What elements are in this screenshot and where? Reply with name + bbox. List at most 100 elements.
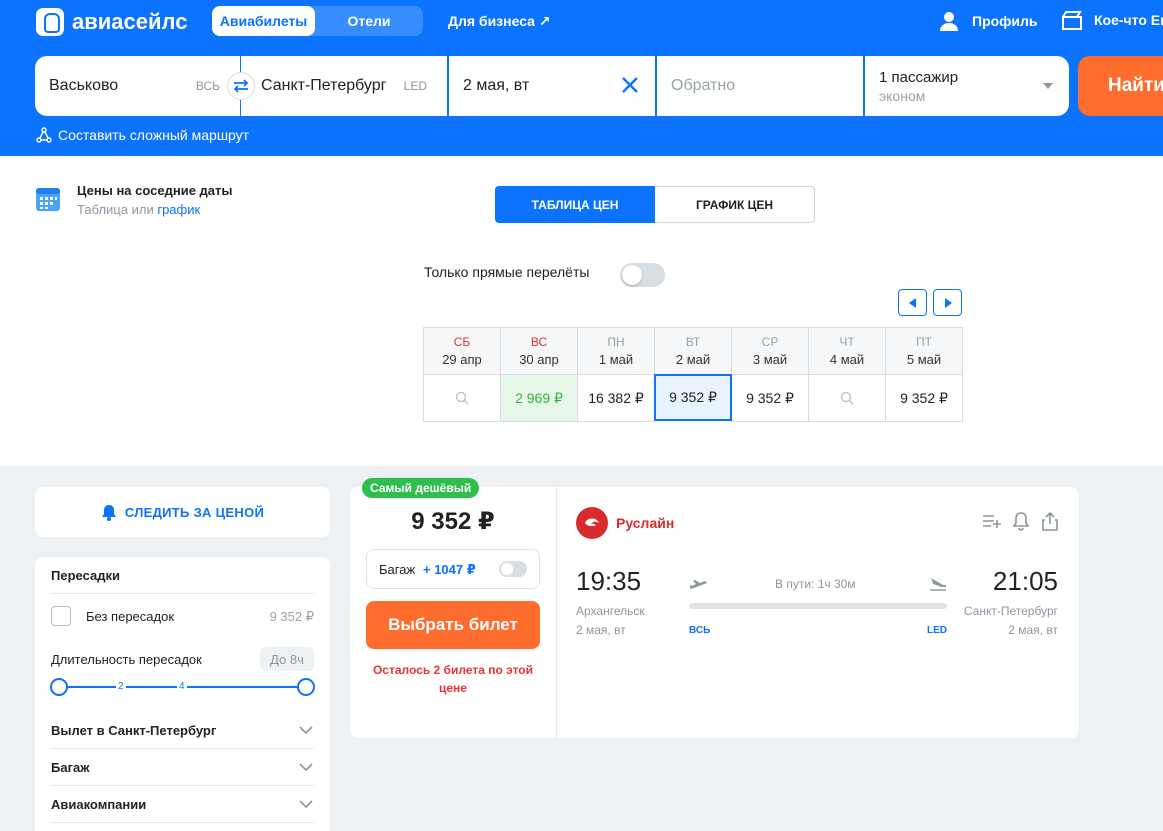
tab-price-graph[interactable]: ГРАФИК ЦЕН xyxy=(655,186,815,223)
airline-logo xyxy=(576,507,608,539)
swap-icon xyxy=(233,79,249,93)
divider xyxy=(51,785,314,786)
tab-flights[interactable]: Авиабилеты xyxy=(212,6,315,36)
takeoff-icon xyxy=(690,580,707,589)
price-cell[interactable]: 9 352 ₽ xyxy=(732,375,808,422)
price-cell-selected[interactable]: 9 352 ₽ xyxy=(654,374,732,421)
arrival-iata: LED xyxy=(927,625,947,636)
price-column: ЧТ 4 май xyxy=(809,327,886,422)
or-word: или xyxy=(127,202,158,217)
search-icon xyxy=(840,391,854,405)
airline-logo-icon xyxy=(585,518,599,526)
nearby-dates-title: Цены на соседние даты xyxy=(77,183,233,198)
follow-price-button[interactable]: СЛЕДИТЬ ЗА ЦЕНОЙ xyxy=(35,487,330,537)
origin-iata: ВСЬ xyxy=(195,79,220,93)
bell-icon[interactable] xyxy=(1012,511,1030,531)
stops-filter-title: Пересадки xyxy=(51,568,120,583)
price-cell[interactable]: 16 382 ₽ xyxy=(578,375,654,422)
tab-price-table[interactable]: ТАБЛИЦА ЦЕН xyxy=(495,186,655,223)
complex-route-label: Составить сложный маршрут xyxy=(58,127,250,143)
nearby-dates-subtitle: Таблица или график xyxy=(77,202,200,217)
profile-label: Профиль xyxy=(972,13,1038,29)
baggage-label: Багаж xyxy=(379,562,416,577)
departure-date: 2 мая, вт xyxy=(576,623,626,637)
chevron-down-icon[interactable] xyxy=(299,763,313,771)
nonstop-label: Без пересадок xyxy=(86,609,175,624)
follow-price-label: СЛЕДИТЬ ЗА ЦЕНОЙ xyxy=(124,504,265,520)
baggage-option[interactable]: Багаж + 1047 ₽ xyxy=(366,549,540,589)
passengers-field[interactable]: 1 пассажир эконом xyxy=(865,56,1069,116)
price-cell[interactable]: 9 352 ₽ xyxy=(886,375,962,422)
day-of-week: ПТ xyxy=(916,335,932,349)
day-of-week: ВС xyxy=(530,335,548,349)
destination-iata: LED xyxy=(403,79,427,93)
departure-time: 19:35 xyxy=(576,566,642,596)
nonstop-checkbox[interactable] xyxy=(51,606,71,626)
logo[interactable]: авиасейлс xyxy=(36,8,187,36)
filters-panel: Пересадки Без пересадок 9 352 ₽ Длительн… xyxy=(35,557,330,831)
price-column-head: ПН 1 май xyxy=(578,328,654,375)
slider-max-handle[interactable] xyxy=(297,678,315,696)
day-of-week: ЧТ xyxy=(839,335,855,349)
swap-button[interactable] xyxy=(227,72,255,100)
price-cell[interactable]: 2 969 ₽ xyxy=(501,375,577,422)
chevron-down-icon[interactable] xyxy=(299,800,313,808)
slider-min-handle[interactable] xyxy=(50,678,68,696)
direct-only-toggle[interactable] xyxy=(620,263,665,287)
accordion-baggage[interactable]: Багаж xyxy=(51,760,89,775)
baggage-toggle[interactable] xyxy=(499,561,527,577)
day-of-week: ВТ xyxy=(685,335,701,349)
ticket-card[interactable]: 9 352 ₽ Багаж + 1047 ₽ Выбрать билет Ост… xyxy=(350,487,1079,738)
chevron-down-icon[interactable] xyxy=(299,726,313,734)
destination-value: Санкт-Петербург xyxy=(261,77,387,94)
origin-field[interactable]: Васьково ВСЬ xyxy=(35,56,255,116)
price-cell[interactable] xyxy=(424,375,500,422)
add-to-list-icon[interactable] xyxy=(982,511,1002,531)
accordion-departure[interactable]: Вылет в Санкт-Петербург xyxy=(51,723,216,738)
find-button[interactable]: Найти xyxy=(1078,56,1163,116)
price-column: ВС 30 апр 2 969 ₽ xyxy=(501,327,578,422)
ticket-price: 9 352 ₽ xyxy=(411,508,495,535)
nonstop-price: 9 352 ₽ xyxy=(269,609,314,624)
share-icon[interactable] xyxy=(1041,511,1059,531)
price-calendar-section: Цены на соседние даты Таблица или график… xyxy=(0,156,1163,466)
arrival-city: Санкт-Петербург xyxy=(963,604,1058,618)
day-of-week: СР xyxy=(761,335,779,349)
accordion-airlines[interactable]: Авиакомпании xyxy=(51,797,146,812)
price-column: ВТ 2 май 9 352 ₽ xyxy=(654,327,732,422)
price-view-tabs: ТАБЛИЦА ЦЕН ГРАФИК ЦЕН xyxy=(495,186,815,223)
profile-button[interactable]: Профиль xyxy=(938,10,1038,32)
more-menu[interactable]: Кое-что Ещё xyxy=(1062,10,1163,30)
flight-duration: В пути: 1ч 30м xyxy=(775,577,856,591)
bell-icon xyxy=(101,504,116,521)
search-icon xyxy=(455,391,469,405)
depart-date-field[interactable]: 2 мая, вт xyxy=(449,56,655,116)
business-link[interactable]: Для бизнеса ↗ xyxy=(448,13,551,30)
search-form: Васьково ВСЬ Санкт-Петербург LED 2 мая, … xyxy=(35,56,1069,116)
day-of-week: ПН xyxy=(607,335,625,349)
complex-route-link[interactable]: Составить сложный маршрут xyxy=(36,127,249,143)
slider-tick: 4 xyxy=(177,681,187,692)
choose-ticket-button[interactable]: Выбрать билет xyxy=(366,601,540,649)
clapper-icon xyxy=(1062,11,1082,30)
next-week-button[interactable] xyxy=(933,289,962,316)
price-cell[interactable] xyxy=(809,375,885,422)
direct-only-label: Только прямые перелёты xyxy=(424,264,590,280)
tab-hotels[interactable]: Отели xyxy=(315,6,423,36)
logo-icon xyxy=(36,8,64,36)
caret-left-icon xyxy=(908,297,916,308)
arrival-date: 2 мая, вт xyxy=(1008,623,1058,637)
passengers-count: 1 пассажир xyxy=(879,68,959,86)
clear-date-icon[interactable] xyxy=(619,74,641,96)
prev-week-button[interactable] xyxy=(898,289,927,316)
return-date-field[interactable]: Обратно xyxy=(657,56,863,116)
graph-link[interactable]: график xyxy=(157,202,200,217)
price-column: ПТ 5 май 9 352 ₽ xyxy=(886,327,963,422)
user-icon xyxy=(940,12,958,31)
cabin-class: эконом xyxy=(879,87,926,104)
route-line xyxy=(689,603,947,609)
landing-icon xyxy=(930,578,946,591)
depart-date-value: 2 мая, вт xyxy=(463,77,530,94)
header: авиасейлс Авиабилеты Отели Для бизнеса ↗… xyxy=(0,0,1163,156)
destination-field[interactable]: Санкт-Петербург LED xyxy=(241,56,447,116)
